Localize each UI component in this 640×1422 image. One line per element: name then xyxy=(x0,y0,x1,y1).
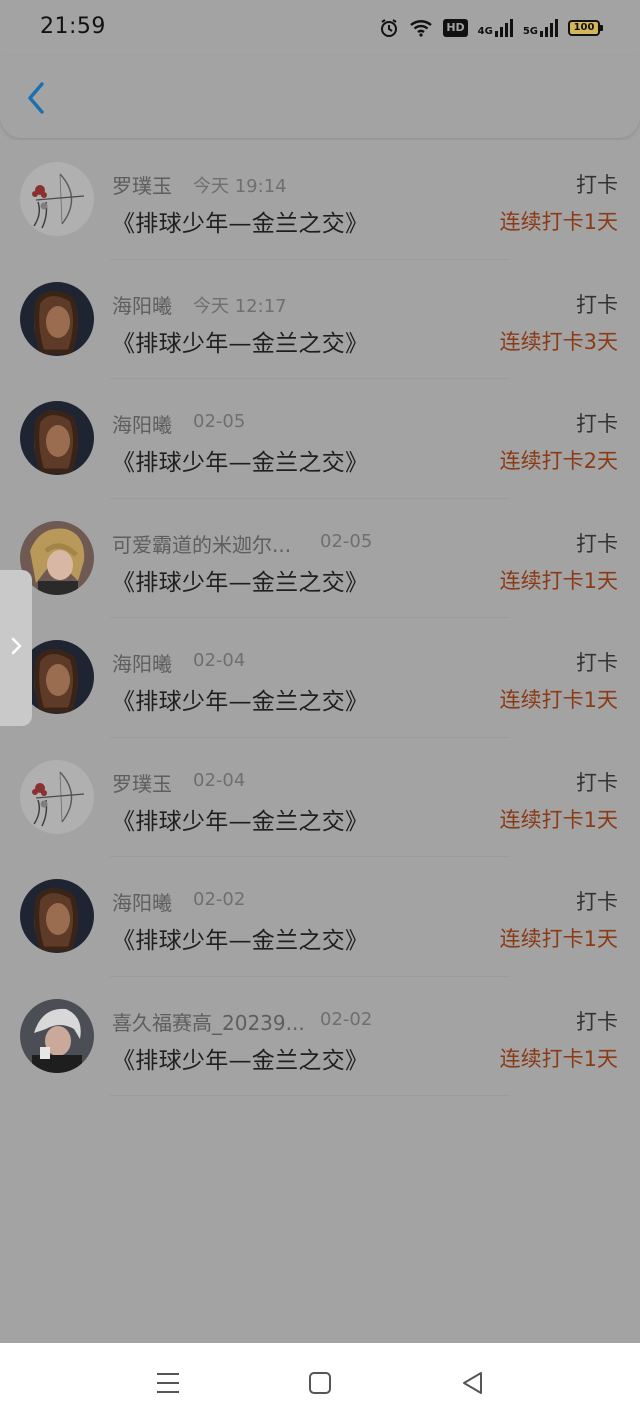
list-item[interactable]: 喜久福赛高_20239... 02-02 《排球少年—金兰之交》 打卡 连续打卡… xyxy=(0,976,640,1096)
avatar[interactable] xyxy=(20,162,94,236)
wifi-icon xyxy=(409,19,433,37)
checkin-label: 打卡 xyxy=(576,292,618,317)
checkin-label: 打卡 xyxy=(576,890,618,914)
avatar[interactable] xyxy=(20,879,94,953)
streak-label: 连续打卡2天 xyxy=(499,449,618,473)
checkin-label: 打卡 xyxy=(576,770,618,795)
app-header xyxy=(0,56,640,138)
streak-label: 连续打卡1天 xyxy=(499,568,618,593)
user-name: 海阳曦 xyxy=(112,652,172,676)
system-nav-bar xyxy=(0,1343,640,1422)
post-time: 02-05 xyxy=(320,530,373,552)
menu-button[interactable] xyxy=(154,1369,182,1397)
checkin-list: 罗璞玉 今天 19:14 《排球少年—金兰之交》 打卡 连续打卡1天 海阳曦 今… xyxy=(0,140,640,1096)
list-item[interactable]: 海阳曦 02-02 《排球少年—金兰之交》 打卡 连续打卡1天 xyxy=(0,857,640,977)
signal-4g-icon: 4G xyxy=(478,19,513,37)
post-time: 02-02 xyxy=(320,1008,373,1030)
avatar[interactable] xyxy=(20,759,94,834)
book-title: 《排球少年—金兰之交》 xyxy=(112,450,369,476)
user-name: 罗璞玉 xyxy=(112,771,172,796)
streak-label: 连续打卡1天 xyxy=(499,927,618,951)
alarm-icon xyxy=(379,18,399,38)
post-time: 今天 12:17 xyxy=(193,295,287,317)
book-title: 《排球少年—金兰之交》 xyxy=(112,330,369,357)
post-time: 02-04 xyxy=(193,650,246,671)
book-title: 《排球少年—金兰之交》 xyxy=(112,569,369,596)
list-item[interactable]: 罗璞玉 今天 19:14 《排球少年—金兰之交》 打卡 连续打卡1天 xyxy=(0,140,640,260)
menu-icon xyxy=(154,1373,182,1401)
book-title: 《排球少年—金兰之交》 xyxy=(112,211,369,237)
streak-label: 连续打卡1天 xyxy=(499,807,618,832)
streak-label: 连续打卡3天 xyxy=(499,329,618,354)
system-back-button[interactable] xyxy=(459,1369,487,1397)
list-item[interactable]: 可爱霸道的米迦尔... 02-05 《排球少年—金兰之交》 打卡 连续打卡1天 xyxy=(0,498,640,618)
chevron-left-icon xyxy=(26,81,46,119)
list-item[interactable]: 海阳曦 02-05 《排球少年—金兰之交》 打卡 连续打卡2天 xyxy=(0,379,640,499)
checkin-label: 打卡 xyxy=(576,651,618,675)
hd-icon: HD xyxy=(443,19,468,37)
status-icons: HD 4G 5G 100 xyxy=(379,16,603,40)
checkin-label: 打卡 xyxy=(576,1009,618,1034)
net-5g-label: 5G xyxy=(522,26,538,37)
post-time: 今天 19:14 xyxy=(193,176,287,197)
back-triangle-icon xyxy=(459,1372,487,1401)
side-drawer-handle[interactable] xyxy=(0,570,32,726)
signal-5g-icon: 5G xyxy=(523,19,558,37)
avatar[interactable] xyxy=(20,401,94,475)
home-button[interactable] xyxy=(306,1369,334,1397)
avatar[interactable] xyxy=(20,281,94,356)
user-name: 海阳曦 xyxy=(112,413,172,437)
user-name: 喜久福赛高_20239... xyxy=(112,1010,305,1035)
home-square-icon xyxy=(306,1372,334,1401)
list-item[interactable]: 罗璞玉 02-04 《排球少年—金兰之交》 打卡 连续打卡1天 xyxy=(0,737,640,857)
streak-label: 连续打卡1天 xyxy=(499,688,618,712)
net-4g-label: 4G xyxy=(477,26,493,37)
checkin-label: 打卡 xyxy=(576,173,618,197)
post-time: 02-05 xyxy=(193,411,246,432)
status-time: 21:59 xyxy=(40,14,106,39)
status-bar: 21:59 HD 4G 5G 100 xyxy=(0,0,640,56)
book-title: 《排球少年—金兰之交》 xyxy=(112,1047,369,1074)
book-title: 《排球少年—金兰之交》 xyxy=(112,928,369,954)
book-title: 《排球少年—金兰之交》 xyxy=(112,689,369,715)
battery-icon: 100 xyxy=(568,20,603,36)
streak-label: 连续打卡1天 xyxy=(499,210,618,234)
chevron-right-icon xyxy=(10,636,22,660)
user-name: 罗璞玉 xyxy=(112,174,172,198)
user-name: 海阳曦 xyxy=(112,891,172,915)
list-item[interactable]: 海阳曦 今天 12:17 《排球少年—金兰之交》 打卡 连续打卡3天 xyxy=(0,259,640,379)
list-item[interactable]: 海阳曦 02-04 《排球少年—金兰之交》 打卡 连续打卡1天 xyxy=(0,618,640,738)
user-name: 可爱霸道的米迦尔... xyxy=(112,532,292,557)
back-button[interactable] xyxy=(18,80,54,120)
checkin-label: 打卡 xyxy=(576,531,618,556)
book-title: 《排球少年—金兰之交》 xyxy=(112,808,369,835)
post-time: 02-04 xyxy=(193,769,246,791)
checkin-label: 打卡 xyxy=(576,412,618,436)
user-name: 海阳曦 xyxy=(112,293,172,318)
streak-label: 连续打卡1天 xyxy=(499,1046,618,1071)
avatar[interactable] xyxy=(20,998,94,1073)
post-time: 02-02 xyxy=(193,889,246,910)
